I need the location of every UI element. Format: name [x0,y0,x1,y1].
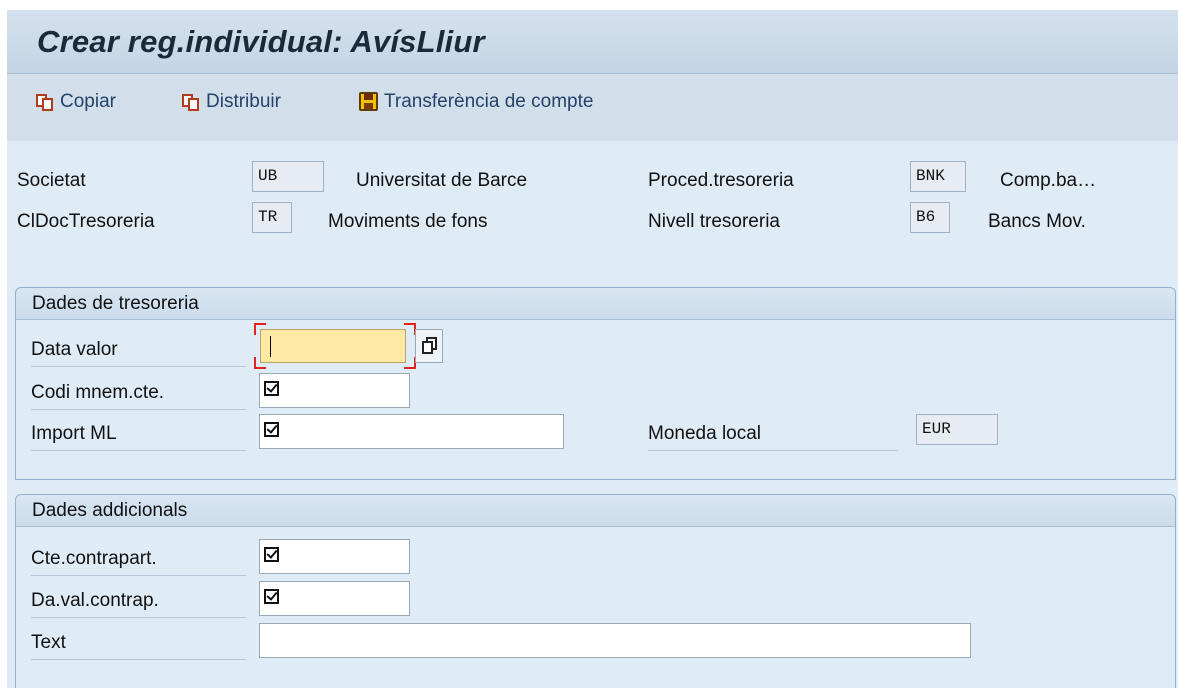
copy-button[interactable]: Copiar [34,91,116,113]
doc-class-label: ClDocTresoreria [17,211,155,232]
text-field[interactable] [259,623,971,658]
copy-label: Copiar [60,91,116,112]
distribute-label: Distribuir [206,91,281,112]
currency-label: Moneda local [648,423,898,451]
checkbox-icon [264,547,279,562]
sap-window: Crear reg.individual: AvísLliur Copiar D… [0,0,1178,688]
level-text: Bancs Mov. [988,211,1086,232]
counter-date-label: Da.val.contrap. [31,590,246,618]
value-date-label: Data valor [31,339,246,367]
treasury-group-title: Dades de tresoreria [16,288,1175,320]
currency-field[interactable]: EUR [916,414,998,445]
counter-date-field[interactable] [259,581,410,616]
company-label: Societat [17,170,86,191]
amount-field[interactable] [259,414,564,449]
title-bar: Crear reg.individual: AvísLliur [7,0,1178,74]
additional-group-title: Dades addicionals [16,495,1175,527]
procedure-field[interactable]: BNK [910,161,966,192]
application-toolbar: Copiar Distribuir Transferència de compt… [7,74,1178,142]
doc-class-text: Moviments de fons [328,211,488,232]
text-cursor [270,336,271,357]
amount-label: Import ML [31,423,246,451]
value-date-wrapper [254,323,416,369]
value-help-button[interactable] [415,329,443,363]
doc-class-field[interactable]: TR [252,202,292,233]
distribute-icon [180,91,202,113]
procedure-text: Comp.ba… [1000,170,1097,191]
procedure-label: Proced.tresoreria [648,170,794,191]
value-date-input[interactable] [260,329,406,363]
mnemonic-field[interactable] [259,373,410,408]
transfer-label: Transferència de compte [384,91,594,112]
level-label: Nivell tresoreria [648,211,780,232]
text-label: Text [31,632,246,660]
checkbox-icon [264,381,279,396]
page-title: Crear reg.individual: AvísLliur [37,24,485,59]
main-content: Societat UB Universitat de Barce Proced.… [7,141,1178,688]
transfer-account-button[interactable]: Transferència de compte [358,91,593,113]
company-code-field[interactable]: UB [252,161,324,192]
checkbox-icon [264,422,279,437]
checkbox-icon [264,589,279,604]
level-field[interactable]: B6 [910,202,950,233]
save-icon [358,91,380,113]
counter-account-field[interactable] [259,539,410,574]
company-name-text: Universitat de Barce [356,170,528,191]
counter-account-label: Cte.contrapart. [31,548,246,576]
distribute-button[interactable]: Distribuir [180,91,281,113]
mnemonic-label: Codi mnem.cte. [31,382,246,410]
copy-icon [34,91,56,113]
